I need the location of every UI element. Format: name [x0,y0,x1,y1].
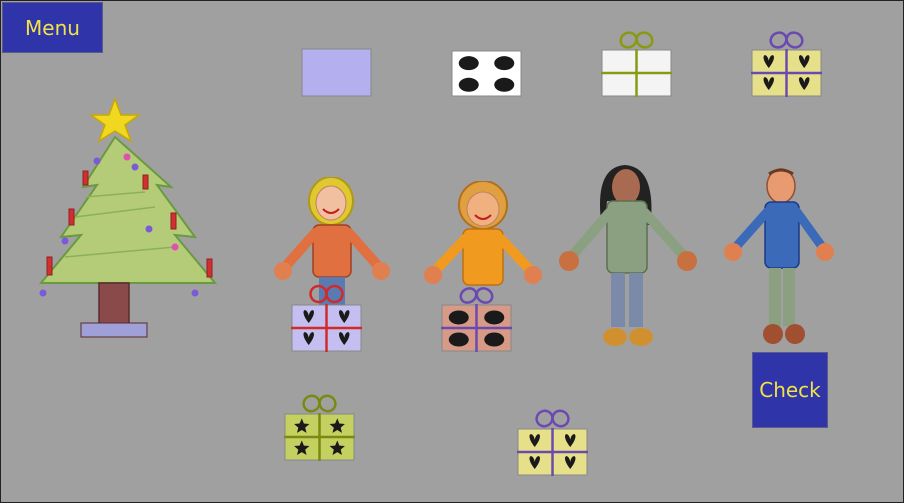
gift-green-stars[interactable] [284,394,355,461]
check-button[interactable]: Check [752,352,828,428]
game-stage: Menu Check [0,0,904,503]
gift-lavender-plain[interactable] [301,48,372,97]
gift-white-olive-ribbon[interactable] [601,31,672,97]
gift-box-icon [751,31,822,97]
gift-salmon-dots[interactable] [441,287,512,352]
gift-box-icon [291,284,362,352]
child-darkhair-icon [559,165,697,346]
gift-box-icon [517,409,588,476]
gift-box-icon [301,48,372,97]
gift-white-dots[interactable] [451,50,522,97]
gift-box-icon [441,287,512,352]
gift-box-icon [451,50,522,97]
menu-button[interactable]: Menu [2,2,103,53]
gift-box-icon [601,31,672,97]
gift-box-icon [284,394,355,461]
child-blue-jacket-icon [724,168,834,344]
gift-lavender-hearts-red[interactable] [291,284,362,352]
christmas-tree-icon [38,97,218,338]
gift-yellow-hearts-bottom[interactable] [517,409,588,476]
gift-yellow-hearts[interactable] [751,31,822,97]
